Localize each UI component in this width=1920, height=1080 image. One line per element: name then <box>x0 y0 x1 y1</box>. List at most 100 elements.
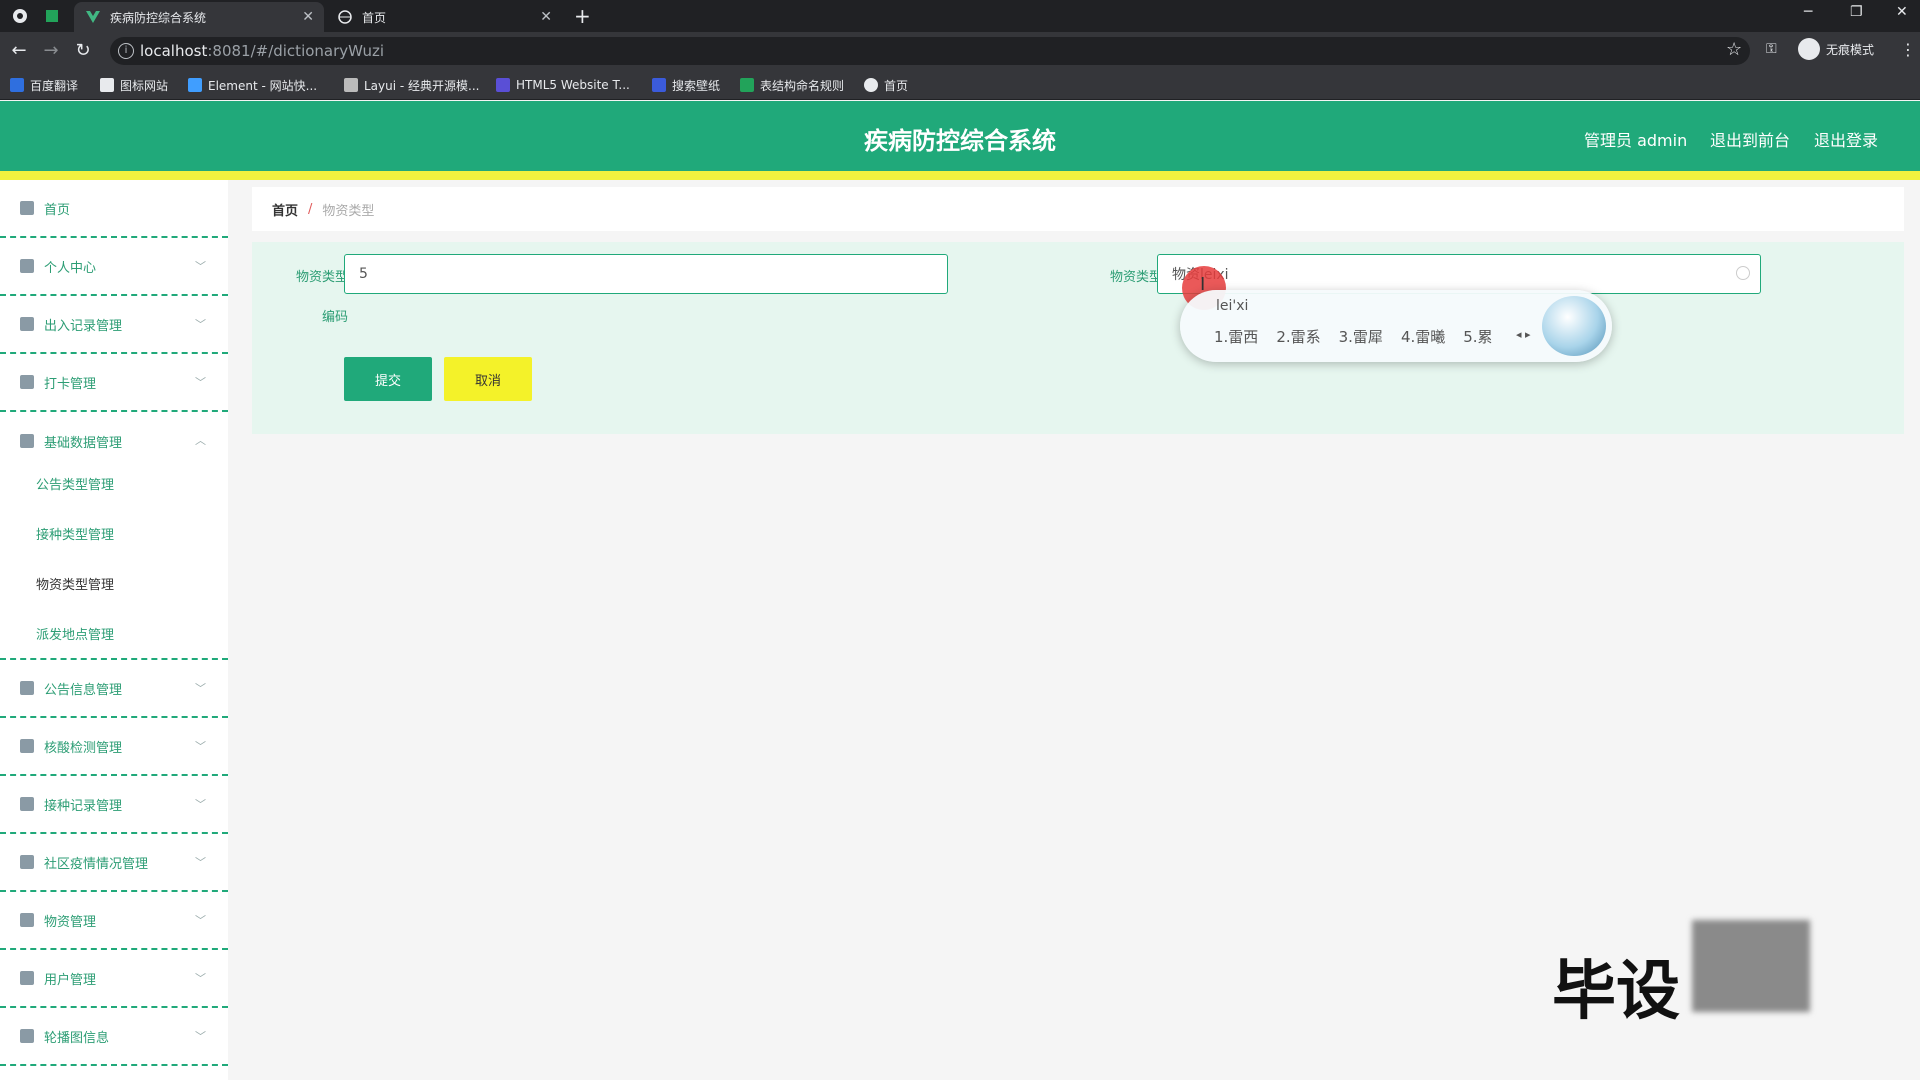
new-tab-icon[interactable]: + <box>574 4 591 28</box>
chevron-down-icon: ﹀ <box>195 740 206 753</box>
globe-icon <box>338 10 352 24</box>
bookmarks-bar: 百度翻译 图标网站 Element - 网站快... Layui - 经典开源模… <box>0 70 1920 100</box>
sidebar-item-notices[interactable]: 公告信息管理 ﹀ <box>0 660 228 718</box>
type-field-label: 物资类型 <box>1109 270 1162 285</box>
crop-icon <box>20 797 34 811</box>
user-icon <box>20 259 34 273</box>
url-field[interactable]: i localhost:8081/#/dictionaryWuzi <box>110 37 1750 65</box>
browser-logo-icon[interactable] <box>10 6 30 26</box>
home-icon <box>20 201 34 215</box>
sidebar-item-materials[interactable]: 物资管理 ﹀ <box>0 892 228 950</box>
sidebar-item-label: 出入记录管理 <box>44 318 123 334</box>
box-icon <box>20 913 34 927</box>
chevron-down-icon: ﹀ <box>195 376 206 389</box>
user-box-icon <box>20 971 34 985</box>
ime-candidate[interactable]: 4.雷曦 <box>1401 326 1445 347</box>
clear-icon[interactable] <box>1736 266 1750 280</box>
key-icon[interactable]: ⚿ <box>1766 41 1777 57</box>
sidebar-item-label: 首页 <box>44 202 71 218</box>
code-field-label-line2: 编码 <box>321 310 348 325</box>
sidebar-item-label: 接种记录管理 <box>44 798 123 814</box>
bookmark-label: Element - 网站快... <box>208 78 318 93</box>
sidebar-item-users[interactable]: 用户管理 ﹀ <box>0 950 228 1008</box>
front-link[interactable]: 退出到前台 <box>1710 127 1790 151</box>
sidebar-item-profile[interactable]: 个人中心 ﹀ <box>0 238 228 296</box>
chevron-down-icon: ﹀ <box>195 798 206 811</box>
sidebar-item-home[interactable]: 首页 <box>0 180 228 238</box>
breadcrumb-home[interactable]: 首页 <box>272 200 298 219</box>
browser-menu-icon[interactable]: ⋮ <box>1900 40 1916 59</box>
forbidden-icon <box>20 855 34 869</box>
sidebar-item-label: 基础数据管理 <box>44 435 123 451</box>
bookmark-item[interactable]: Layui - 经典开源模... <box>344 76 479 94</box>
pinned-tab-icon[interactable] <box>42 6 62 26</box>
bookmark-item[interactable]: Element - 网站快... <box>188 76 317 94</box>
bookmark-item[interactable]: 图标网站 <box>100 76 168 94</box>
ime-candidate[interactable]: 3.雷犀 <box>1339 326 1383 347</box>
breadcrumb-separator: / <box>308 201 313 217</box>
bookmark-label: 搜索壁纸 <box>672 78 721 93</box>
admin-label: 管理员 admin <box>1584 131 1688 150</box>
back-icon[interactable]: ← <box>8 40 30 61</box>
sidebar-subitem-notice-type[interactable]: 公告类型管理 <box>36 474 114 493</box>
bookmark-item[interactable]: 首页 <box>864 76 908 94</box>
breadcrumb-current: 物资类型 <box>322 203 375 219</box>
ime-page-arrows-icon[interactable]: ◂ ▸ <box>1516 328 1531 341</box>
sidebar-item-carousel[interactable]: 轮播图信息 ﹀ <box>0 1008 228 1066</box>
sidebar-item-base-data[interactable]: 基础数据管理 ︿ <box>0 412 228 470</box>
code-field-label: 物资类型 <box>295 270 348 285</box>
tab-system[interactable]: 疾病防控综合系统 ✕ <box>74 2 324 32</box>
sliders-icon <box>20 1029 34 1043</box>
bookmark-star-icon[interactable]: ☆ <box>1726 39 1742 60</box>
sidebar-item-label: 用户管理 <box>44 972 97 988</box>
sidebar-item-vaccination[interactable]: 接种记录管理 ﹀ <box>0 776 228 834</box>
watermark-text: 毕设 <box>1552 955 1680 1029</box>
send-icon <box>20 317 34 331</box>
clipboard-icon <box>20 434 34 448</box>
header-accent-strip <box>0 171 1920 180</box>
chevron-down-icon: ﹀ <box>195 682 206 695</box>
material-code-input[interactable]: 5 <box>344 254 948 294</box>
ime-candidate[interactable]: 5.累 <box>1463 326 1492 347</box>
sidebar-item-nucleic-test[interactable]: 核酸检测管理 ﹀ <box>0 718 228 776</box>
minimize-icon[interactable]: ─ <box>1804 4 1812 20</box>
sidebar-item-label: 社区疫情情况管理 <box>44 856 149 872</box>
close-tab-icon[interactable]: ✕ <box>540 9 552 25</box>
bookmark-item[interactable]: 搜索壁纸 <box>652 76 720 94</box>
wallpaper-icon <box>652 78 666 92</box>
sidebar-subitem-material-type[interactable]: 物资类型管理 <box>36 574 114 593</box>
sidebar-item-access-records[interactable]: 出入记录管理 ﹀ <box>0 296 228 354</box>
translate-icon <box>10 78 24 92</box>
chevron-down-icon: ﹀ <box>195 318 206 331</box>
ime-candidate[interactable]: 2.雷系 <box>1276 326 1320 347</box>
sidebar-subitem-vaccine-type[interactable]: 接种类型管理 <box>36 524 114 543</box>
browser-tab-bar: 疾病防控综合系统 ✕ 首页 ✕ + ─ ❐ ✕ <box>0 0 1920 32</box>
bookmark-item[interactable]: 表结构命名规则 <box>740 76 844 94</box>
chevron-down-icon: ﹀ <box>195 1030 206 1043</box>
close-tab-icon[interactable]: ✕ <box>302 9 314 25</box>
close-window-icon[interactable]: ✕ <box>1896 4 1908 20</box>
sidebar-item-community-epidemic[interactable]: 社区疫情情况管理 ﹀ <box>0 834 228 892</box>
reload-icon[interactable]: ↻ <box>72 40 94 61</box>
sidebar-item-label: 打卡管理 <box>44 376 97 392</box>
tab-title: 疾病防控综合系统 <box>110 10 207 25</box>
sidebar-item-label: 公告信息管理 <box>44 682 123 698</box>
ime-candidate[interactable]: 1.雷西 <box>1214 326 1258 347</box>
restore-icon[interactable]: ❐ <box>1850 4 1863 20</box>
info-icon[interactable]: i <box>118 43 134 59</box>
copy-icon <box>20 681 34 695</box>
element-icon <box>188 78 202 92</box>
sidebar-item-checkin[interactable]: 打卡管理 ﹀ <box>0 354 228 412</box>
tab-home[interactable]: 首页 ✕ <box>326 2 562 32</box>
cancel-button[interactable]: 取消 <box>444 357 532 401</box>
submit-button[interactable]: 提交 <box>344 357 432 401</box>
sidebar-subitem-distribution-site[interactable]: 派发地点管理 <box>36 624 114 643</box>
bookmark-item[interactable]: HTML5 Website T... <box>496 76 630 94</box>
bookmark-item[interactable]: 百度翻译 <box>10 76 78 94</box>
briefcase-icon <box>20 375 34 389</box>
incognito-indicator[interactable]: 无痕模式 <box>1798 38 1874 60</box>
forward-icon[interactable]: → <box>40 40 62 61</box>
logout-link[interactable]: 退出登录 <box>1814 127 1878 151</box>
bookmark-label: 表结构命名规则 <box>760 78 845 93</box>
material-type-input[interactable]: 物资leixi <box>1157 254 1761 294</box>
